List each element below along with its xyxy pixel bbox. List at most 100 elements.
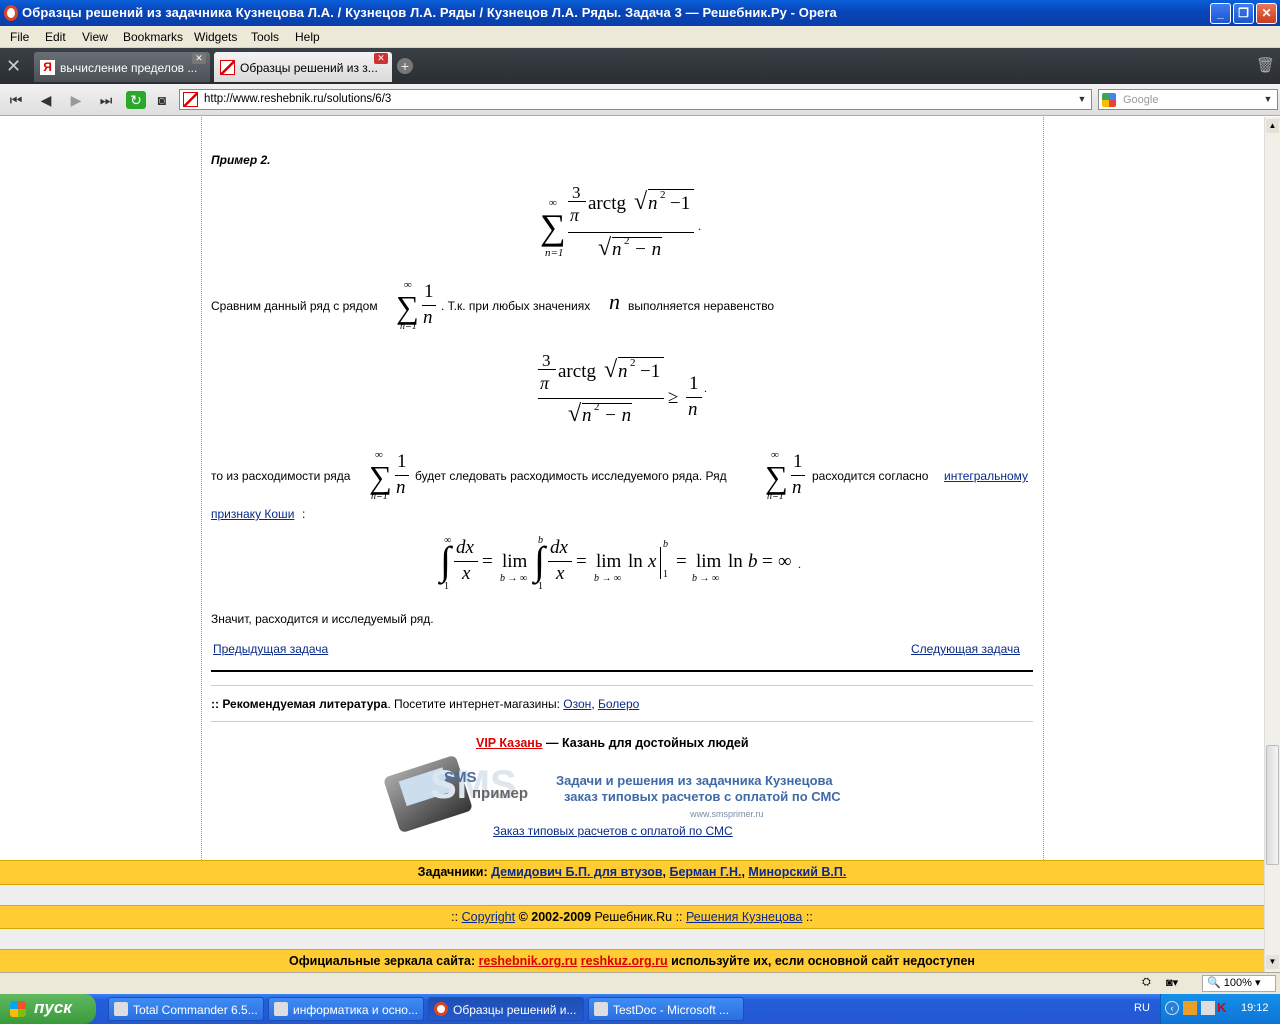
menu-tools[interactable]: Tools — [251, 30, 279, 44]
bar1-label: Задачники: — [417, 865, 488, 879]
scroll-down-icon[interactable]: ▼ — [1266, 955, 1279, 969]
compare-var: n — [609, 289, 620, 314]
address-field[interactable]: http://www.reshebnik.ru/solutions/6/3 ▼ — [179, 89, 1092, 110]
maximize-button[interactable]: ❐ — [1233, 3, 1254, 24]
vip-line: VIP Казань — Казань для достойных людей — [476, 736, 749, 750]
kuznetsov-solutions-link[interactable]: Решения Кузнецова — [686, 910, 802, 924]
menu-widgets[interactable]: Widgets — [194, 30, 237, 44]
var-n: n — [792, 477, 802, 498]
zoom-control[interactable]: 🔍 100% ▾ — [1202, 975, 1276, 992]
var-n: n — [582, 405, 592, 426]
tab-yandex[interactable]: Я вычисление пределов ... ✕ — [34, 52, 210, 82]
start-button[interactable]: пуск — [0, 994, 96, 1024]
close-button[interactable]: ✕ — [1256, 3, 1277, 24]
task-total-commander[interactable]: Total Commander 6.5... — [108, 997, 264, 1021]
footer-spacer — [0, 885, 1264, 905]
sum-lower: n=1 — [400, 321, 417, 332]
task-testdoc[interactable]: TestDoc - Microsoft ... — [588, 997, 744, 1021]
chevron-down-icon[interactable]: ▼ — [1075, 92, 1089, 107]
tools-panel-icon[interactable]: ✕ — [6, 56, 28, 76]
task-opera[interactable]: Образцы решений и... — [428, 997, 584, 1021]
sms-order-link[interactable]: Заказ типовых расчетов с оплатой по СМС — [493, 824, 733, 838]
mirror1-link[interactable]: reshebnik.org.ru — [479, 954, 578, 968]
bolero-link[interactable]: Болеро — [598, 697, 639, 711]
menu-help[interactable]: Help — [295, 30, 320, 44]
sqrt-sign: √ — [568, 401, 582, 427]
num-one: 1 — [397, 451, 407, 472]
trash-icon[interactable]: 🗑 — [1256, 56, 1275, 76]
page-content: Пример 2. ∞ ∑ n=1 3 π arctg √ n 2 −1 √ n… — [0, 117, 1264, 972]
sqrt-bar — [648, 189, 694, 190]
forward-icon[interactable]: ▶ — [66, 91, 86, 109]
integral-test-link[interactable]: интегральному — [944, 469, 1028, 483]
status-bar: ⛭ ◙▾ 🔍 100% ▾ — [0, 972, 1280, 994]
camera-icon[interactable]: ◙ — [152, 91, 172, 109]
cauchy-test-link[interactable]: признаку Коши — [211, 507, 294, 521]
menu-bookmarks[interactable]: Bookmarks — [123, 30, 183, 44]
ozon-link[interactable]: Озон — [563, 697, 591, 711]
vip-kazan-link[interactable]: VIP Казань — [476, 736, 543, 750]
sum-lower: n=1 — [545, 247, 564, 259]
bar3-text: используйте их, если основной сайт недос… — [671, 954, 975, 968]
prev-task-link[interactable]: Предыдущая задача — [213, 642, 328, 656]
google-icon — [1102, 93, 1116, 107]
num-three: 3 — [572, 183, 581, 202]
dx: dx — [456, 537, 474, 558]
num-one: 1 — [689, 373, 699, 394]
colon: : — [302, 507, 306, 521]
sqrt-bar — [618, 357, 664, 358]
lim: lim — [696, 551, 722, 572]
pi: π — [540, 373, 550, 393]
var-n: n — [423, 307, 433, 328]
footer-textbooks-bar: Задачники: Демидович Б.П. для втузов, Бе… — [0, 860, 1264, 885]
minus-one: −1 — [670, 193, 691, 214]
berman-link[interactable]: Берман Г.Н. — [669, 865, 741, 879]
scroll-thumb[interactable] — [1266, 745, 1279, 865]
rewind-icon[interactable]: ⏮ — [6, 91, 26, 109]
back-icon[interactable]: ◀ — [36, 91, 56, 109]
tray-arrow-icon[interactable]: ‹ — [1165, 1001, 1179, 1015]
menu-bar: File Edit View Bookmarks Widgets Tools H… — [0, 26, 1280, 48]
language-indicator[interactable]: RU — [1134, 1002, 1150, 1014]
pi: π — [570, 205, 580, 225]
eq: = — [762, 551, 773, 572]
fast-forward-icon[interactable]: ⏭ — [96, 91, 116, 109]
tab-close-icon[interactable]: ✕ — [374, 53, 388, 64]
menu-edit[interactable]: Edit — [45, 30, 66, 44]
scroll-up-icon[interactable]: ▲ — [1266, 119, 1279, 133]
copyright-years: © 2002-2009 — [518, 910, 592, 924]
tray-antivirus-icon[interactable]: K — [1217, 1001, 1231, 1015]
image-toggle-icon[interactable]: ◙▾ — [1166, 976, 1196, 990]
frac-line — [538, 369, 556, 370]
chevron-down-icon[interactable]: ▼ — [1261, 92, 1275, 107]
tab-reshebnik[interactable]: Образцы решений из з... ✕ — [214, 52, 392, 82]
demidovich-link[interactable]: Демидович Б.П. для втузов — [491, 865, 662, 879]
copyright-link[interactable]: Copyright — [462, 910, 516, 924]
tray-media-icon[interactable] — [1183, 1001, 1197, 1015]
vertical-scrollbar[interactable]: ▲ ▼ — [1264, 117, 1280, 972]
new-tab-icon[interactable]: + — [397, 58, 413, 74]
sum-sign: ∑ — [369, 459, 392, 495]
next-task-link[interactable]: Следующая задача — [911, 642, 1020, 656]
inequality-formula: 3 π arctg √ n 2 −1 √ n 2 − n ≥ 1 n . — [538, 351, 718, 431]
menu-file[interactable]: File — [10, 30, 29, 44]
menu-view[interactable]: View — [82, 30, 108, 44]
column-border-right — [1043, 117, 1044, 862]
panel-icon[interactable]: ⛭ — [1142, 976, 1158, 990]
lim-sub: b → ∞ — [692, 573, 720, 584]
frac-line — [422, 305, 436, 306]
series-formula: ∞ ∑ n=1 3 π arctg √ n 2 −1 √ n 2 − n . — [540, 179, 720, 263]
mirror2-link[interactable]: reshkuz.org.ru — [581, 954, 668, 968]
tab-close-icon[interactable]: ✕ — [192, 53, 206, 64]
num-one: 1 — [793, 451, 803, 472]
harmonic-series: ∞ ∑ n=1 1 n — [765, 449, 809, 509]
task-informatika[interactable]: информатика и осно... — [268, 997, 424, 1021]
minorsky-link[interactable]: Минорский В.П. — [748, 865, 846, 879]
eval-lower: 1 — [663, 569, 668, 580]
search-field[interactable]: Google ▼ — [1098, 89, 1278, 110]
sms-banner[interactable]: SMS SMS пример Задачи и решения из задач… — [382, 754, 858, 834]
reload-icon[interactable]: ↻ — [126, 91, 146, 109]
ln: ln — [628, 551, 643, 572]
tray-network-icon[interactable] — [1201, 1001, 1215, 1015]
minimize-button[interactable]: _ — [1210, 3, 1231, 24]
